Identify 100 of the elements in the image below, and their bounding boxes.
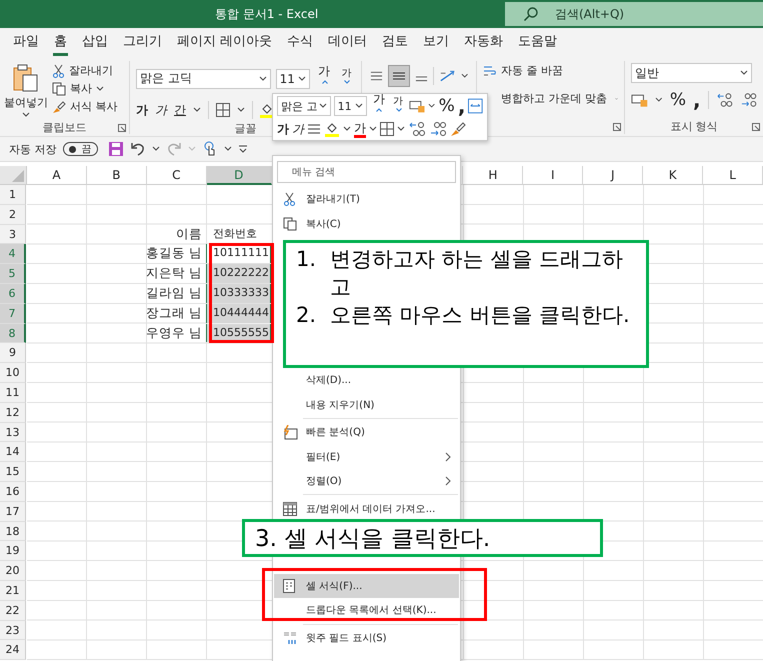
menu-item[interactable]: 잘라내기(T) (274, 187, 459, 212)
row-header[interactable]: 3 (0, 224, 26, 244)
font-name-dropdown[interactable]: 맑은 고 (277, 96, 331, 116)
ribbon-tab[interactable]: 도움말 (517, 29, 558, 56)
menu-item[interactable]: 윗주 필드 표시(S) (274, 626, 459, 650)
row-header[interactable]: 19 (0, 541, 26, 562)
column-header[interactable]: D (206, 166, 272, 185)
ribbon-tab[interactable]: 수식 (286, 29, 314, 56)
column-header[interactable]: K (643, 166, 704, 185)
column-header[interactable]: A (26, 166, 87, 185)
row-header[interactable]: 15 (0, 462, 26, 482)
cut-button[interactable]: 잘라내기 (52, 63, 118, 78)
row-header[interactable]: 7 (0, 304, 26, 324)
row-header[interactable]: 17 (0, 502, 26, 522)
ribbon-tab[interactable]: 데이터 (327, 29, 368, 56)
menu-item[interactable]: 삭제(D)... (274, 368, 459, 392)
touch-mode-icon[interactable] (202, 141, 218, 157)
ribbon-tab[interactable]: 페이지 레이아웃 (176, 29, 274, 56)
font-color-button[interactable]: 가 (354, 120, 366, 138)
merge-center-button[interactable]: 병합하고 가운데 맞춤 (501, 91, 618, 106)
dialog-launcher-icon[interactable] (752, 123, 760, 131)
dialog-launcher-icon[interactable] (118, 124, 126, 132)
borders-icon[interactable] (380, 122, 394, 136)
brush-icon[interactable] (450, 121, 466, 137)
shrink-font-button[interactable]: 가 (390, 94, 406, 118)
menu-item[interactable]: 복사(C) (274, 212, 459, 236)
fill-color-icon[interactable] (324, 121, 340, 137)
menu-item[interactable]: 빠른 분석(Q) (274, 420, 459, 444)
column-header[interactable]: L (703, 166, 763, 185)
row-header[interactable]: 1 (0, 185, 26, 205)
decrease-decimal-icon[interactable] (429, 121, 447, 137)
percent-button[interactable]: % (670, 90, 686, 110)
underline-button[interactable]: 간 (174, 102, 186, 118)
ribbon-tab[interactable]: 그리기 (122, 29, 163, 56)
ribbon-tab[interactable]: 보기 (422, 29, 450, 56)
increase-decimal-icon[interactable] (408, 121, 426, 137)
row-header[interactable]: 16 (0, 482, 26, 502)
align-middle-button[interactable] (388, 65, 410, 87)
percent-button[interactable]: % (438, 96, 455, 116)
row-header[interactable]: 9 (0, 343, 26, 364)
bold-button[interactable]: 가 (136, 102, 148, 118)
bold-button[interactable]: 가 (277, 120, 289, 138)
row-header[interactable]: 4 (0, 244, 26, 264)
row-header[interactable]: 18 (0, 522, 26, 542)
menu-item[interactable]: 드롭다운 목록에서 선택(K)... (274, 598, 459, 623)
font-size-dropdown[interactable]: 11 (334, 96, 368, 116)
ribbon-tab[interactable]: 삽입 (81, 29, 109, 56)
column-header[interactable]: H (463, 166, 524, 185)
grow-font-button[interactable]: 가 (370, 90, 388, 122)
row-header[interactable]: 11 (0, 382, 26, 403)
row-header[interactable]: 21 (0, 580, 26, 601)
font-name-dropdown[interactable]: 맑은 고딕 (136, 68, 271, 88)
column-header[interactable]: I (523, 166, 584, 185)
save-icon[interactable] (108, 141, 124, 157)
row-header[interactable]: 20 (0, 561, 26, 581)
copy-button[interactable]: 복사 (52, 81, 118, 96)
fill-color-icon[interactable] (260, 102, 274, 118)
wrap-text-button[interactable]: 자동 줄 바꿈 (483, 63, 618, 78)
row-header[interactable]: 24 (0, 640, 26, 660)
align-left-icon[interactable] (370, 69, 383, 83)
accounting-format-icon[interactable] (408, 99, 426, 113)
column-header[interactable]: B (86, 166, 147, 185)
italic-button[interactable]: 가 (155, 102, 167, 118)
align-center-icon[interactable] (307, 122, 321, 136)
orientation-icon[interactable] (438, 69, 456, 83)
borders-icon[interactable] (216, 103, 230, 117)
decrease-decimal-icon[interactable] (740, 92, 757, 108)
shrink-font-button[interactable]: 가 (338, 66, 355, 91)
menu-item[interactable]: 필터(E) (274, 444, 459, 469)
search-field[interactable]: 검색(Alt+Q) (505, 2, 763, 26)
dialog-launcher-icon[interactable] (613, 123, 621, 131)
ribbon-tab[interactable]: 검토 (381, 29, 410, 56)
format-painter-button[interactable]: 서식 복사 (52, 99, 118, 114)
menu-search-field[interactable]: 메뉴 검색 (277, 161, 456, 183)
font-size-dropdown[interactable]: 11 (276, 68, 310, 88)
row-header[interactable]: 10 (0, 363, 26, 383)
accounting-format-icon[interactable] (631, 93, 648, 107)
autosave-toggle[interactable]: 끔 (62, 142, 98, 156)
number-format-dropdown[interactable]: 일반 (631, 63, 752, 83)
column-header[interactable]: J (583, 166, 644, 185)
menu-item[interactable]: 표/범위에서 데이터 가져오... (274, 496, 459, 521)
row-header[interactable]: 14 (0, 442, 26, 462)
column-header[interactable]: C (146, 166, 207, 185)
row-header[interactable]: 13 (0, 422, 26, 442)
menu-item[interactable]: 셀 서식(F)... (274, 574, 459, 598)
row-header[interactable]: 2 (0, 204, 26, 225)
menu-item[interactable]: 내용 지우기(N) (274, 392, 459, 417)
row-header[interactable]: 6 (0, 284, 26, 304)
ribbon-tab[interactable]: 자동화 (463, 29, 504, 56)
row-header[interactable]: 8 (0, 324, 26, 344)
paste-button[interactable]: 붙여넣기 (0, 61, 52, 120)
undo-icon[interactable] (130, 141, 146, 157)
row-header[interactable]: 22 (0, 600, 26, 621)
row-header[interactable]: 23 (0, 620, 26, 640)
customize-icon[interactable] (238, 145, 248, 153)
menu-item[interactable]: 정렬(O) (274, 468, 459, 494)
increase-decimal-icon[interactable] (716, 92, 733, 108)
merge-cells-icon[interactable] (468, 98, 484, 114)
ribbon-tab[interactable]: 파일 (12, 29, 40, 56)
row-header[interactable]: 5 (0, 264, 26, 284)
